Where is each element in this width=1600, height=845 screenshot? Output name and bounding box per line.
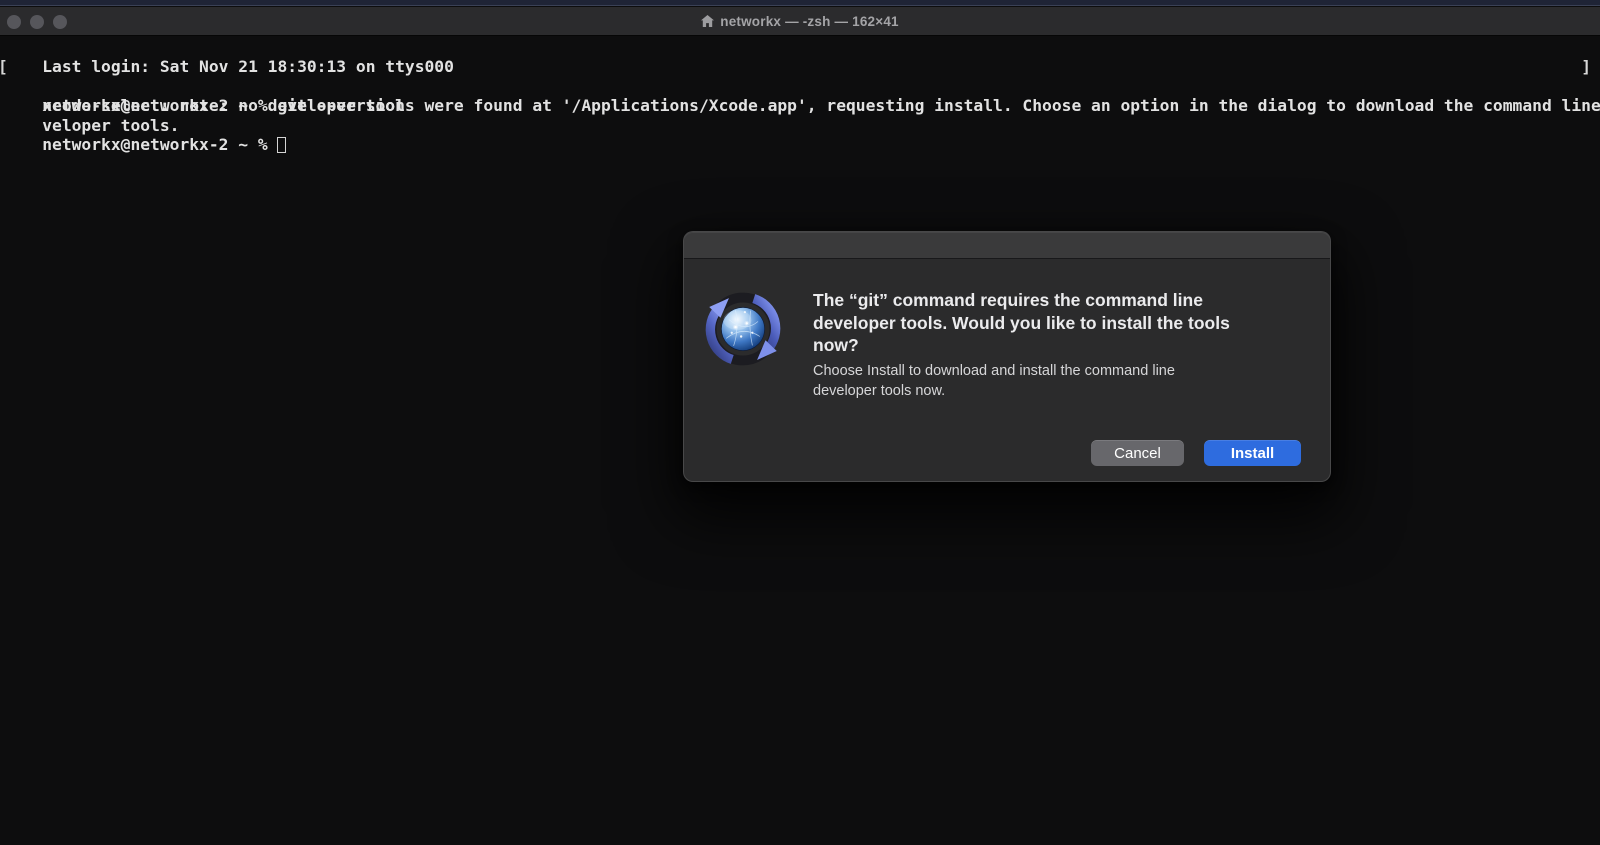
terminal-line: Last login: Sat Nov 21 18:30:13 on ttys0… — [3, 38, 1597, 57]
terminal-line: veloper tools. — [3, 96, 1597, 115]
zoom-button[interactable] — [53, 15, 67, 29]
window-title: networkx — -zsh — 162×41 — [701, 14, 899, 29]
dialog-heading-line: developer tools. Would you like to insta… — [813, 312, 1303, 335]
desktop-edge — [0, 0, 1600, 6]
dialog-body-line: developer tools now. — [813, 382, 1283, 402]
dialog-body-line: Choose Install to download and install t… — [813, 362, 1283, 382]
minimize-button[interactable] — [30, 15, 44, 29]
terminal-prompt-line[interactable]: networkx@networkx-2 ~ % — [3, 116, 1597, 135]
home-folder-icon — [701, 15, 714, 27]
dialog-titlebar[interactable] — [684, 232, 1330, 259]
dialog-button-row: Cancel Install — [1091, 440, 1301, 466]
terminal-output: Last login: Sat Nov 21 18:30:13 on ttys0… — [3, 38, 1597, 135]
command-mark-open: [ — [0, 57, 8, 76]
terminal-titlebar: networkx — -zsh — 162×41 — [0, 7, 1600, 36]
dialog-heading-line: The “git” command requires the command l… — [813, 289, 1303, 312]
dialog-heading-line: now? — [813, 334, 1303, 357]
install-button[interactable]: Install — [1204, 440, 1301, 466]
terminal-line: [ networkx@networkx-2 ~ % git --version … — [3, 57, 1597, 76]
terminal-cursor — [277, 137, 286, 153]
command-mark-close: ] — [1581, 57, 1591, 76]
cancel-button[interactable]: Cancel — [1091, 440, 1184, 466]
dialog-heading: The “git” command requires the command l… — [813, 289, 1303, 357]
dialog-body-text: Choose Install to download and install t… — [813, 362, 1283, 402]
terminal-line: xcode-select: note: no developer tools w… — [3, 77, 1597, 96]
terminal-line-text: networkx@networkx-2 ~ % — [42, 135, 277, 154]
software-update-icon — [698, 284, 788, 374]
developer-tools-dialog: The “git” command requires the command l… — [683, 231, 1331, 482]
window-title-text: networkx — -zsh — 162×41 — [720, 14, 899, 29]
window-controls — [7, 7, 67, 36]
close-button[interactable] — [7, 15, 21, 29]
